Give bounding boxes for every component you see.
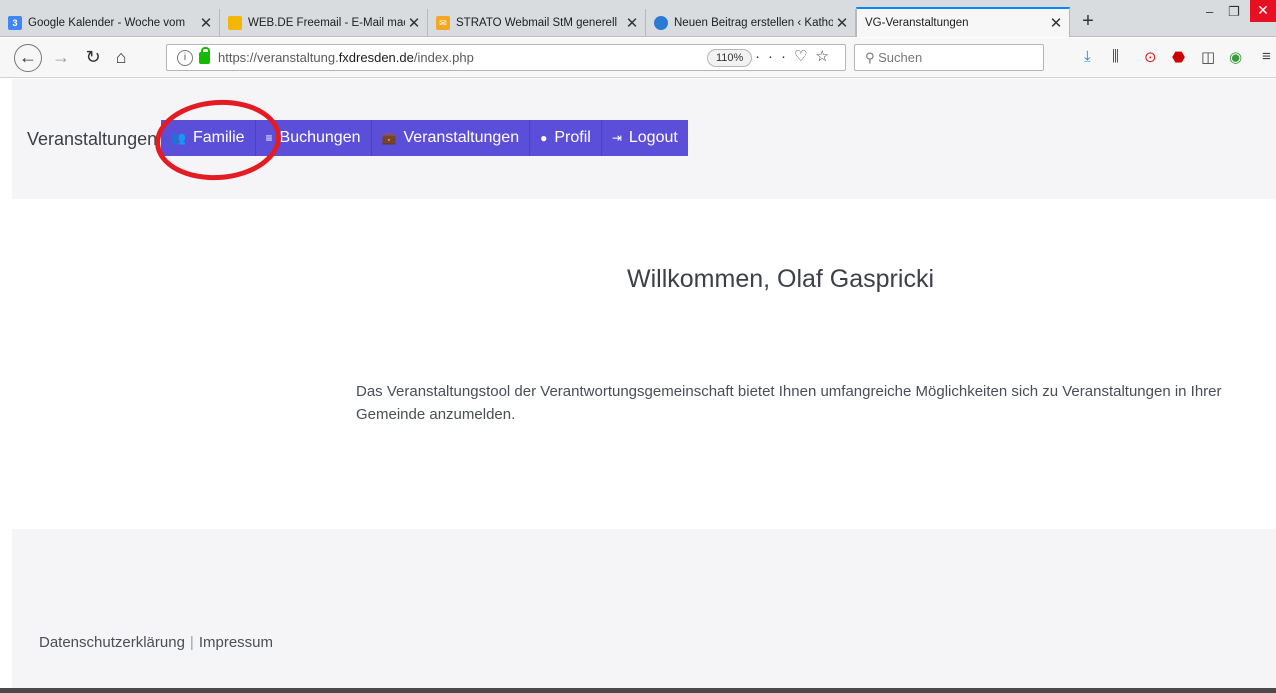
tab-vg-veranstaltungen[interactable]: VG-Veranstaltungen ✕	[856, 7, 1070, 37]
menu-item-label: Veranstaltungen	[403, 129, 520, 146]
page-actions[interactable]: ···♡☆	[755, 47, 837, 65]
menu-item-veranstaltungen[interactable]: 💼 Veranstaltungen	[372, 120, 531, 156]
adblock-icon[interactable]: ⬣	[1172, 48, 1185, 66]
list-icon: ≡	[265, 131, 273, 145]
close-tab-icon[interactable]: ✕	[1047, 14, 1065, 32]
zoom-indicator[interactable]: 110%	[707, 49, 753, 67]
pocket-icon[interactable]: ♡	[794, 48, 815, 65]
menu-item-logout[interactable]: ⇥ Logout	[602, 120, 688, 156]
library-icon[interactable]: ⫼	[1112, 48, 1119, 65]
sidebar-icon[interactable]: ◫	[1201, 48, 1215, 66]
tab-title: Google Kalender - Woche vom	[28, 17, 186, 29]
close-tab-icon[interactable]: ✕	[623, 14, 641, 32]
menu-item-label: Logout	[628, 129, 678, 146]
tab-strip: 3 Google Kalender - Woche vom ✕ WEB.DE F…	[0, 0, 1276, 37]
menu-item-buchungen[interactable]: ≡ Buchungen	[256, 120, 372, 156]
close-tab-icon[interactable]: ✕	[833, 14, 851, 32]
search-icon: ⚲	[865, 50, 879, 65]
info-icon[interactable]: i	[177, 49, 193, 66]
menu-item-familie[interactable]: 👥 Familie	[161, 120, 256, 156]
tab-webde[interactable]: WEB.DE Freemail - E-Mail mac ✕	[220, 9, 428, 37]
tab-title: Neuen Beitrag erstellen ‹ Katho	[674, 17, 833, 29]
taskbar-edge	[0, 688, 1276, 693]
mail-favicon-icon: ✉	[436, 16, 450, 30]
extension-globe-icon[interactable]: ◉	[1229, 48, 1242, 66]
welcome-heading: Willkommen, Olaf Gaspricki	[627, 265, 934, 293]
menu-item-label: Profil	[554, 129, 591, 146]
calendar-favicon-icon: 3	[8, 16, 22, 30]
menu-icon[interactable]: ≡	[1262, 48, 1271, 65]
download-icon[interactable]: ⤓	[1084, 48, 1091, 65]
lock-icon[interactable]	[199, 46, 210, 64]
tab-title: WEB.DE Freemail - E-Mail mac	[248, 17, 405, 29]
tab-title: STRATO Webmail StM generell	[456, 17, 618, 29]
menu-item-label: Familie	[192, 129, 245, 146]
forward-button[interactable]: →	[48, 44, 74, 70]
minimize-icon[interactable]: –	[1206, 4, 1213, 19]
url-path: /index.php	[413, 50, 474, 65]
home-button[interactable]: ⌂	[108, 44, 134, 70]
footer-separator: |	[189, 634, 194, 651]
address-bar[interactable]: i https://veranstaltung. fxdresden.de/ind…	[166, 44, 846, 71]
navigation-toolbar: ← → ↻ ⌂ i https://veranstaltung. fxdresde…	[0, 38, 1276, 78]
back-button[interactable]: ←	[14, 44, 42, 72]
url-prefix: https://veranstaltung.	[218, 50, 339, 65]
close-tab-icon[interactable]: ✕	[405, 14, 423, 32]
wordpress-favicon-icon	[654, 16, 668, 30]
intro-text: Das Veranstaltungstool der Verantwortung…	[356, 383, 1222, 423]
menu-item-label: Buchungen	[279, 129, 361, 146]
footer: Datenschutzerklärung | Impressum	[12, 529, 1276, 689]
briefcase-icon: 💼	[381, 131, 397, 145]
main-menu: 👥 Familie ≡ Buchungen 💼 Veranstaltungen …	[161, 120, 688, 156]
tab-strato[interactable]: ✉ STRATO Webmail StM generell ✕	[428, 9, 646, 37]
new-tab-button[interactable]: +	[1076, 9, 1100, 35]
reload-button[interactable]: ↻	[80, 44, 106, 70]
window-close-icon[interactable]: ✕	[1250, 0, 1276, 22]
user-circle-icon: ●	[540, 131, 548, 145]
users-icon: 👥	[171, 131, 186, 145]
extension-icon[interactable]: ⊙	[1144, 48, 1157, 66]
privacy-link[interactable]: Datenschutzerklärung	[39, 634, 185, 651]
tab-title: VG-Veranstaltungen	[865, 17, 969, 29]
menu-item-profil[interactable]: ● Profil	[530, 120, 602, 156]
page-content: Veranstaltungen 👥 Familie ≡ Buchungen 💼 …	[0, 79, 1276, 693]
footer-links: Datenschutzerklärung | Impressum	[39, 634, 273, 651]
search-placeholder: Suchen	[878, 50, 923, 65]
url-host: fxdresden.de	[338, 50, 414, 65]
imprint-link[interactable]: Impressum	[199, 634, 273, 651]
tab-wordpress[interactable]: Neuen Beitrag erstellen ‹ Katho ✕	[646, 9, 856, 37]
tab-google-calendar[interactable]: 3 Google Kalender - Woche vom ✕	[0, 9, 220, 37]
site-brand[interactable]: Veranstaltungen	[27, 129, 157, 150]
bookmark-star-icon[interactable]: ☆	[815, 48, 836, 65]
logout-icon: ⇥	[611, 131, 622, 145]
restore-icon[interactable]: ❐	[1228, 4, 1240, 20]
close-tab-icon[interactable]: ✕	[197, 14, 215, 32]
search-input[interactable]: ⚲ Suchen	[854, 44, 1044, 71]
webde-favicon-icon	[228, 16, 242, 30]
